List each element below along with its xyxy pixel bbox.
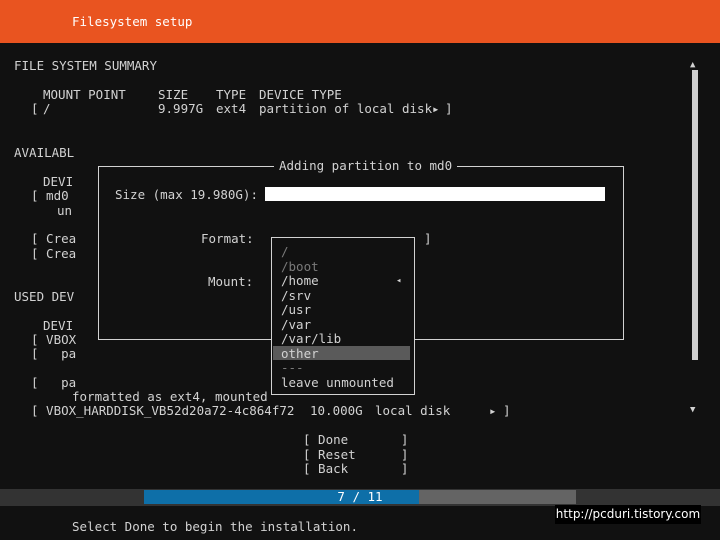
current-selection-icon: ◂ [396,276,402,286]
create-action-1[interactable]: [ Crea [31,231,76,247]
mount-option-root[interactable]: / [281,244,289,260]
summary-row-type: ext4 [216,101,247,116]
back-button[interactable]: [ Back ] [303,461,408,477]
disk-row-type: local disk [375,403,451,418]
chevron-right-icon: ▸ [489,403,497,418]
format-select-close[interactable]: ] [424,231,432,247]
mount-option-var-lib[interactable]: /var/lib [281,331,341,347]
watermark: http://pcduri.tistory.com [555,505,701,524]
used-partition-1[interactable]: [ pa [31,346,76,362]
summary-row-size: 9.997G [158,101,204,116]
used-partition-2[interactable]: [ pa [31,375,76,391]
progress-text: 7 / 11 [337,489,383,504]
available-device-md0[interactable]: [ md0 [31,188,69,204]
dialog-title: Adding partition to md0 [274,158,458,174]
mount-option-leave-unmounted[interactable]: leave unmounted [281,375,394,391]
disk-row-close: ] [503,403,511,418]
mount-label: Mount: [208,274,254,289]
format-label: Format: [201,231,254,246]
chevron-right-icon: ▸ [432,101,440,116]
mount-option-home[interactable]: /home [281,273,319,289]
disk-row-size: 10.000G [310,403,363,418]
summary-row-close: ] [445,101,453,116]
size-input[interactable] [265,187,605,201]
scrollbar[interactable] [692,70,698,360]
scroll-down-icon[interactable]: ▼ [690,403,695,418]
status-message: Select Done to begin the installation. [72,519,358,534]
create-action-2[interactable]: [ Crea [31,246,76,262]
summary-row-open: [ [31,101,39,116]
summary-row-device-type: partition of local disk [259,101,433,116]
available-heading: AVAILABL [14,145,75,160]
disk-row-name: [ VBOX_HARDDISK_VB52d20a72-4c864f72 [31,403,295,418]
summary-row-mount: / [43,101,51,116]
mount-option-usr[interactable]: /usr [281,302,311,318]
done-button[interactable]: [ Done ] [303,432,408,448]
mount-option-separator: --- [281,360,304,375]
summary-heading: FILE SYSTEM SUMMARY [14,58,157,73]
available-device-sub: un [57,203,73,218]
size-label: Size (max 19.980G): [115,187,258,202]
column-mount-point: MOUNT POINT [43,87,126,102]
used-heading: USED DEV [14,289,75,304]
page-title: Filesystem setup [72,14,193,29]
